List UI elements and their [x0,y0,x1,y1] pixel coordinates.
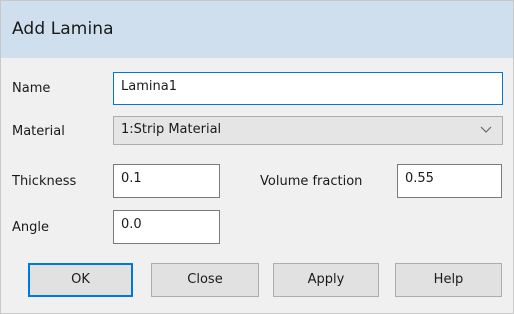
angle-input[interactable]: 0.0 [113,210,220,244]
add-lamina-dialog: Add Lamina Name Lamina1 Material 1:Strip… [0,0,514,314]
title-bar: Add Lamina [1,1,513,58]
name-label: Name [12,81,51,96]
dialog-title: Add Lamina [12,19,114,39]
chevron-down-icon [480,126,492,133]
thickness-input[interactable]: 0.1 [113,164,220,198]
volume-fraction-input[interactable]: 0.55 [397,164,502,198]
angle-label: Angle [12,220,49,235]
ok-button[interactable]: OK [28,263,133,297]
material-selected-value: 1:Strip Material [121,122,222,137]
apply-button[interactable]: Apply [273,263,379,297]
thickness-label: Thickness [12,174,77,189]
material-select[interactable]: 1:Strip Material [113,116,503,145]
close-button[interactable]: Close [151,263,259,297]
help-button[interactable]: Help [395,263,502,297]
volume-fraction-label: Volume fraction [260,174,363,189]
material-label: Material [12,124,65,139]
name-input[interactable]: Lamina1 [113,72,503,105]
